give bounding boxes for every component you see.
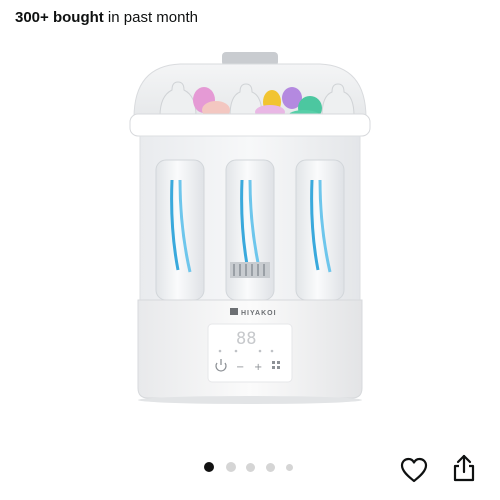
purchase-count-period: in past month: [103, 9, 198, 26]
carousel-dot[interactable]: [286, 463, 293, 471]
heart-outline-icon: [400, 457, 428, 483]
carousel-dot[interactable]: [204, 462, 214, 472]
plus-control: +: [254, 362, 262, 373]
share-button[interactable]: [448, 452, 480, 484]
purchase-count-text: 300+ bought in past month: [15, 8, 198, 28]
lid-rim: [129, 113, 371, 137]
carousel-dot[interactable]: [226, 462, 236, 472]
carousel-dot[interactable]: [246, 462, 255, 472]
purchase-count-bold: 300+ bought: [15, 9, 104, 26]
bottles: [155, 159, 345, 301]
minus-control: −: [236, 362, 244, 373]
display-readout: 88: [236, 329, 256, 349]
wishlist-button[interactable]: [398, 454, 430, 486]
product-image[interactable]: HIYAKOI 88 − +: [120, 48, 380, 408]
brand-logo: HIYAKOI: [241, 310, 277, 317]
sterilizer-illustration: HIYAKOI 88 − +: [129, 52, 371, 404]
carousel-dot[interactable]: [266, 462, 275, 472]
share-icon: [453, 454, 475, 482]
